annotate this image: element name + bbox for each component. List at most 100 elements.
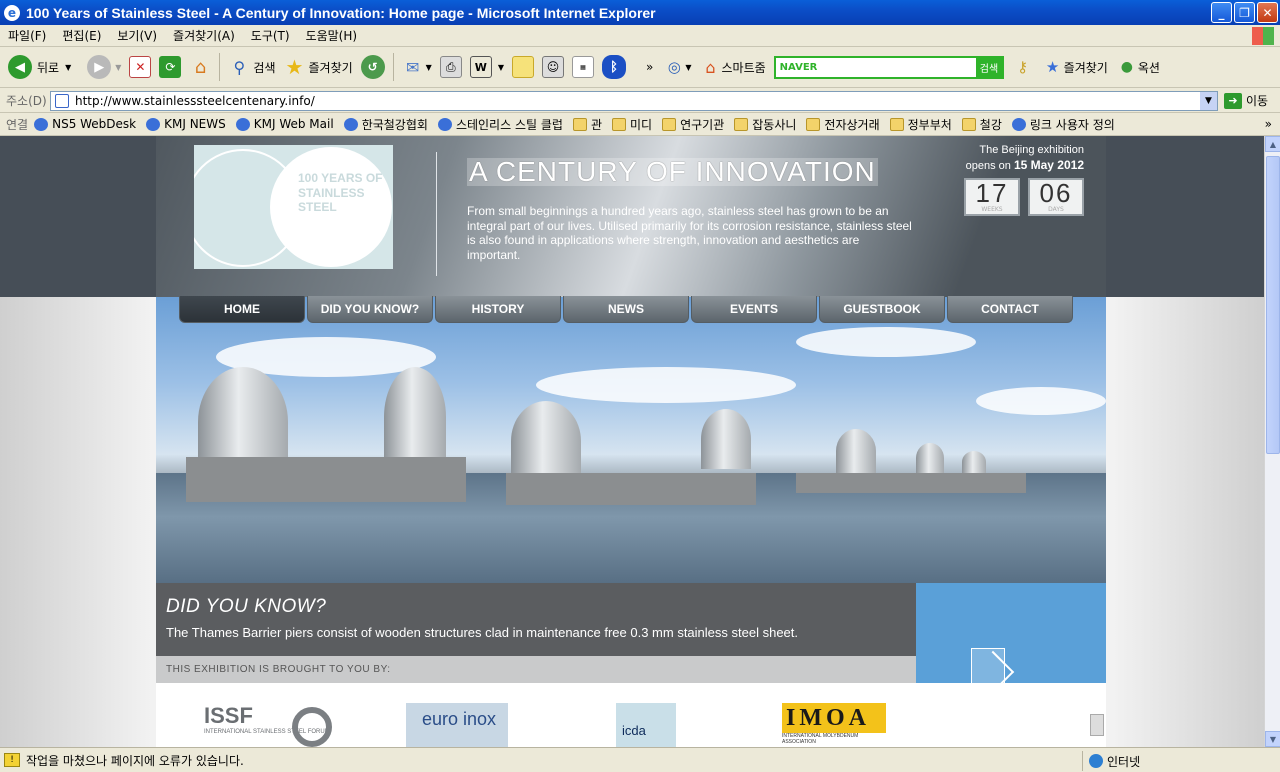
vertical-scrollbar[interactable]: ▲ ▼ xyxy=(1264,136,1280,747)
chevron-down-icon[interactable]: ▼ xyxy=(685,63,691,72)
favorites2-button[interactable]: ★ 즐겨찾기 xyxy=(1042,56,1108,78)
imoa-logo-text: IMOA xyxy=(782,703,886,733)
folder-icon xyxy=(572,117,587,131)
scroll-down-icon[interactable]: ▼ xyxy=(1265,731,1280,747)
note-icon[interactable] xyxy=(511,56,534,78)
link-folder[interactable]: 미디 xyxy=(611,116,652,133)
refresh-icon[interactable]: ⟳ xyxy=(159,56,182,78)
link-item[interactable]: NS5 WebDesk xyxy=(34,117,136,131)
menu-help[interactable]: 도움말(H) xyxy=(298,27,366,44)
mail-icon[interactable]: ✉ xyxy=(402,56,424,78)
link-item[interactable]: 스테인리스 스틸 클럽 xyxy=(437,116,563,133)
link-folder[interactable]: 철강 xyxy=(961,116,1002,133)
toolbar-more[interactable]: » xyxy=(646,60,653,74)
key-icon[interactable]: ⚷ xyxy=(1012,56,1034,78)
chevron-down-icon[interactable]: ▼ xyxy=(115,63,121,72)
minimize-button[interactable]: _ xyxy=(1211,2,1232,23)
links-more[interactable]: » xyxy=(1265,117,1272,131)
site-logo[interactable]: 100 YEARS OF STAINLESS STEEL xyxy=(194,145,393,269)
link-item[interactable]: KMJ Web Mail xyxy=(235,117,334,131)
search-button[interactable]: ⚲ 검색 xyxy=(228,56,276,78)
link-item[interactable]: 링크 사용자 정의 xyxy=(1011,116,1115,133)
link-folder[interactable]: 정부부처 xyxy=(889,116,952,133)
page-viewport: 100 YEARS OF STAINLESS STEEL A CENTURY O… xyxy=(0,136,1264,747)
link-item[interactable]: KMJ NEWS xyxy=(146,117,226,131)
research-icon[interactable]: ▦ xyxy=(571,56,594,78)
nav-events[interactable]: EVENTS xyxy=(691,296,817,323)
link-item[interactable]: 한국철강협회 xyxy=(343,116,428,133)
imoa-logo[interactable]: IMOA INTERNATIONAL MOLYBDENUM ASSOCIATIO… xyxy=(782,703,886,745)
stop-icon[interactable]: ✕ xyxy=(129,56,152,78)
favorites-button[interactable]: ★ 즐겨찾기 xyxy=(284,55,353,79)
zone-label: 인터넷 xyxy=(1107,754,1141,769)
scroll-up-icon[interactable]: ▲ xyxy=(1265,136,1280,152)
address-input[interactable]: http://www.stainlesssteelcentenary.info/… xyxy=(50,90,1218,111)
link-folder[interactable]: 전자상거래 xyxy=(806,116,880,133)
folder-icon xyxy=(889,117,904,131)
messenger-icon[interactable]: ☺ xyxy=(541,56,564,78)
close-button[interactable]: ✕ xyxy=(1257,2,1278,23)
word-icon[interactable]: W xyxy=(469,56,492,78)
imoa-logo-subtext: INTERNATIONAL MOLYBDENUM ASSOCIATION xyxy=(782,733,859,745)
barrier-pier xyxy=(511,401,581,481)
chevron-down-icon[interactable]: ▼ xyxy=(65,63,71,72)
nav-home[interactable]: HOME xyxy=(179,296,305,323)
menu-file[interactable]: 파일(F) xyxy=(0,27,54,44)
menu-tools[interactable]: 도구(T) xyxy=(243,27,298,44)
ie-page-icon xyxy=(1011,117,1026,131)
status-text: 작업을 마쳤으나 페이지에 오류가 있습니다. xyxy=(26,753,244,768)
history-icon[interactable]: ↺ xyxy=(360,55,385,79)
print-icon[interactable]: ⎙ xyxy=(439,56,462,78)
icda-logo[interactable]: icda xyxy=(616,703,676,747)
back-arrow-icon: ◀ xyxy=(8,55,32,79)
go-button[interactable]: ➜ 이동 xyxy=(1224,92,1268,109)
link-folder[interactable]: 연구기관 xyxy=(662,116,724,133)
forward-button[interactable]: ▶ ▼ xyxy=(79,55,121,79)
issf-ring-icon xyxy=(292,707,332,747)
inner-scrollbar[interactable] xyxy=(1090,714,1104,736)
issf-logo[interactable]: ISSF INTERNATIONAL STAINLESS STEEL FORUM xyxy=(204,703,336,747)
bluetooth-icon[interactable]: ᛒ xyxy=(601,55,626,79)
link-label: NS5 WebDesk xyxy=(52,117,137,131)
barrier-pier xyxy=(962,451,986,473)
menu-favorites[interactable]: 즐겨찾기(A) xyxy=(165,27,243,44)
site-tagline: A CENTURY OF INNOVATION xyxy=(467,156,878,187)
nav-news[interactable]: NEWS xyxy=(563,296,689,323)
options-button[interactable]: ● 옥션 xyxy=(1116,56,1160,78)
weeks-label: WEEKS xyxy=(981,206,1003,213)
address-url[interactable]: http://www.stainlesssteelcentenary.info/ xyxy=(75,94,315,108)
back-button[interactable]: ◀ 뒤로 ▼ xyxy=(8,55,71,79)
cloud xyxy=(976,387,1106,415)
euro-inox-logo[interactable]: euro inox xyxy=(406,703,508,747)
chevron-down-icon[interactable]: ▼ xyxy=(498,63,504,72)
cloud xyxy=(796,327,976,357)
star-icon: ★ xyxy=(285,55,304,79)
naver-search-button[interactable]: 검색 xyxy=(976,57,1002,77)
ie-page-icon xyxy=(437,117,452,131)
home-icon[interactable]: ⌂ xyxy=(189,56,211,78)
link-label: 연구기관 xyxy=(680,117,725,132)
favorites2-label: 즐겨찾기 xyxy=(1063,60,1108,75)
menu-view[interactable]: 보기(V) xyxy=(109,27,165,44)
chevron-down-icon[interactable]: ▼ xyxy=(1200,91,1217,110)
link-folder[interactable]: 관 xyxy=(572,116,602,133)
warning-icon[interactable]: ! xyxy=(4,753,20,767)
nav-history[interactable]: HISTORY xyxy=(435,296,561,323)
naver-search-box[interactable]: NAVER 검색 xyxy=(773,55,1004,79)
sponsor-logos: ISSF INTERNATIONAL STAINLESS STEEL FORUM… xyxy=(156,683,1106,747)
address-bar: 주소(D) http://www.stainlesssteelcentenary… xyxy=(0,89,1280,113)
scroll-thumb[interactable] xyxy=(1266,156,1280,454)
window-title-bar[interactable]: e 100 Years of Stainless Steel - A Centu… xyxy=(0,0,1280,25)
folder-icon xyxy=(662,117,677,131)
nav-did-you-know[interactable]: DID YOU KNOW? xyxy=(307,296,433,323)
restore-button[interactable]: ❐ xyxy=(1234,2,1255,23)
nav-contact[interactable]: CONTACT xyxy=(947,296,1073,323)
countdown-days: 06 DAYS xyxy=(1028,178,1084,216)
ie-globe-icon[interactable]: ◎ xyxy=(663,56,685,78)
chevron-down-icon[interactable]: ▼ xyxy=(426,63,432,72)
nav-guestbook[interactable]: GUESTBOOK xyxy=(819,296,945,323)
toolbar-separator xyxy=(392,53,394,81)
link-folder[interactable]: 잡동사니 xyxy=(734,116,796,133)
menu-edit[interactable]: 편집(E) xyxy=(54,27,109,44)
smartzoom-button[interactable]: ⌂ 스마트줌 xyxy=(699,56,765,78)
